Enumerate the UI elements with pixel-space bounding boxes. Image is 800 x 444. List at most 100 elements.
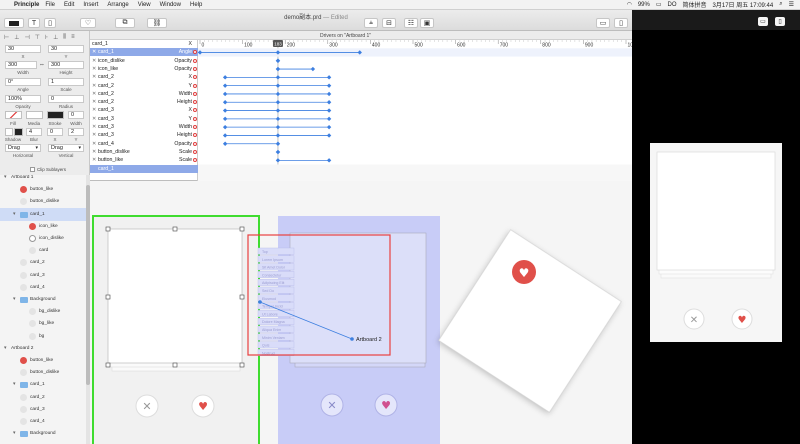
- driver-row[interactable]: ✕ icon_like Opacity: [90, 65, 198, 73]
- distribute-v-icon[interactable]: ≡: [71, 34, 75, 41]
- menu-item-arrange[interactable]: Arrange: [107, 2, 128, 8]
- driver-target-dot[interactable]: [193, 100, 197, 105]
- driver-row[interactable]: ✕ card_2 Y: [90, 82, 198, 90]
- align-center-button[interactable]: ⊟: [382, 18, 396, 28]
- preview-device-button[interactable]: ▯: [775, 17, 785, 26]
- driver-target-dot[interactable]: [193, 58, 197, 63]
- mirror-button[interactable]: ▯: [614, 18, 628, 28]
- keyframe-diamond[interactable]: [222, 124, 228, 130]
- fill-swatch[interactable]: [5, 111, 22, 119]
- y-field[interactable]: 30: [48, 45, 84, 53]
- keyframe-diamond[interactable]: [275, 133, 281, 138]
- lock-ratio-icon[interactable]: ⇔: [39, 62, 45, 68]
- align-vcenter-icon[interactable]: ⊦: [45, 34, 48, 41]
- disclosure-triangle-icon[interactable]: ▾: [13, 378, 16, 391]
- driver-target-dot[interactable]: [193, 75, 197, 80]
- driver-target-dot[interactable]: [193, 83, 197, 88]
- remove-driver-icon[interactable]: ✕: [92, 140, 96, 148]
- battery-label[interactable]: 99%: [638, 2, 650, 8]
- layer-row[interactable]: button_like: [0, 183, 86, 196]
- align-right-icon[interactable]: ⊣: [24, 34, 29, 41]
- layer-row[interactable]: card_2: [0, 391, 86, 404]
- keyframe-diamond[interactable]: [275, 66, 281, 72]
- keyframe-diamond[interactable]: [326, 158, 332, 163]
- driver-row[interactable]: card_1: [90, 164, 198, 173]
- opacity-field[interactable]: 100%: [5, 95, 41, 103]
- arrange-button[interactable]: ▣: [420, 18, 434, 28]
- layer-row[interactable]: icon_dislike: [0, 232, 86, 245]
- driver-row[interactable]: ✕ card_3 Width: [90, 123, 198, 131]
- remove-driver-icon[interactable]: ✕: [92, 115, 96, 123]
- driver-target-dot[interactable]: [193, 141, 197, 146]
- driver-row[interactable]: ✕ card_2 Height: [90, 98, 198, 106]
- layer-row[interactable]: ▾ Background: [0, 427, 86, 440]
- remove-driver-icon[interactable]: ✕: [92, 123, 96, 131]
- stroke-width-field[interactable]: 0: [68, 111, 84, 119]
- blur-field[interactable]: 4: [26, 128, 42, 136]
- link-button[interactable]: ⛓: [147, 18, 167, 28]
- driver-target-dot[interactable]: [193, 158, 197, 163]
- driver-row[interactable]: ✕ card_3 Y: [90, 115, 198, 123]
- remove-driver-icon[interactable]: ✕: [92, 156, 96, 164]
- remove-driver-icon[interactable]: ✕: [92, 57, 96, 65]
- clip-sublayers-toggle[interactable]: Clip Sublayers: [30, 167, 66, 172]
- driver-target-dot[interactable]: [193, 125, 197, 129]
- align-left-icon[interactable]: ⊢: [4, 34, 9, 41]
- keyframe-diamond[interactable]: [275, 149, 281, 155]
- layer-row[interactable]: button_like: [0, 354, 86, 367]
- layer-row[interactable]: ▾ card_1: [0, 378, 86, 391]
- x-field[interactable]: 30: [5, 45, 41, 53]
- disclosure-triangle-icon[interactable]: ▾: [13, 208, 16, 221]
- keyframe-diamond[interactable]: [326, 108, 332, 113]
- menu-app-name[interactable]: Principle: [14, 2, 39, 8]
- keyframe-diamond[interactable]: [222, 75, 228, 80]
- keyframe-diamond[interactable]: [326, 75, 332, 80]
- distribute-h-icon[interactable]: ⫼: [63, 34, 66, 41]
- remove-driver-icon[interactable]: ✕: [92, 106, 96, 114]
- menu-list-icon[interactable]: ☰: [789, 1, 794, 8]
- driver-timeline[interactable]: 01002003004005006007008009001000183: [198, 40, 632, 181]
- wifi-icon[interactable]: ◠: [627, 1, 632, 8]
- menu-item-help[interactable]: Help: [190, 2, 202, 8]
- shadow-y-field[interactable]: 2: [68, 128, 84, 136]
- remove-driver-icon[interactable]: ✕: [92, 65, 96, 73]
- menu-item-window[interactable]: Window: [160, 2, 181, 8]
- keyframe-diamond[interactable]: [222, 83, 228, 88]
- vertical-select[interactable]: Drag: [48, 144, 84, 152]
- keyframe-diamond[interactable]: [222, 141, 228, 146]
- component-button[interactable]: ♡: [80, 18, 96, 28]
- keyframe-diamond[interactable]: [326, 133, 332, 138]
- layer-row[interactable]: card_4: [0, 281, 86, 294]
- keyframe-diamond[interactable]: [222, 133, 228, 138]
- layer-row[interactable]: card: [0, 244, 86, 257]
- keyframe-diamond[interactable]: [326, 91, 332, 97]
- menu-item-edit[interactable]: Edit: [64, 2, 74, 8]
- keyframe-diamond[interactable]: [275, 124, 281, 130]
- scale-field[interactable]: 1: [48, 78, 84, 86]
- driver-target-dot[interactable]: [193, 149, 197, 154]
- angle-field[interactable]: 0°: [5, 78, 41, 86]
- layer-row[interactable]: button_dislike: [0, 195, 86, 208]
- horizontal-select[interactable]: Drag: [5, 144, 41, 152]
- driver-row[interactable]: ✕ button_dislike Scale: [90, 148, 198, 156]
- keyframe-diamond[interactable]: [275, 83, 281, 88]
- distribute-button[interactable]: ☷: [404, 18, 418, 28]
- input-method-label[interactable]: 简体拼音: [683, 0, 707, 9]
- remove-driver-icon[interactable]: ✕: [92, 82, 96, 90]
- driver-target-dot[interactable]: [193, 133, 197, 138]
- keyframe-diamond[interactable]: [222, 108, 228, 113]
- width-field[interactable]: 300: [5, 61, 37, 69]
- preview-card[interactable]: [656, 151, 776, 271]
- disclosure-triangle-icon[interactable]: ▾: [13, 293, 16, 306]
- rectangle-tool-button[interactable]: [4, 18, 24, 28]
- driver-target-dot[interactable]: [193, 116, 197, 121]
- layer-row[interactable]: bg_dislike: [0, 305, 86, 318]
- driver-row[interactable]: ✕ card_2 X: [90, 73, 198, 81]
- text-tool-button[interactable]: T: [28, 18, 40, 28]
- align-top-icon[interactable]: ⊤: [35, 34, 40, 41]
- datetime-label[interactable]: 3月17日 周五 17:09:44: [713, 0, 774, 9]
- shadow-color-swatch[interactable]: [14, 128, 23, 136]
- remove-driver-icon[interactable]: ✕: [92, 90, 96, 98]
- driver-row[interactable]: ✕ card_3 Height: [90, 131, 198, 139]
- layer-row[interactable]: bg: [0, 330, 86, 343]
